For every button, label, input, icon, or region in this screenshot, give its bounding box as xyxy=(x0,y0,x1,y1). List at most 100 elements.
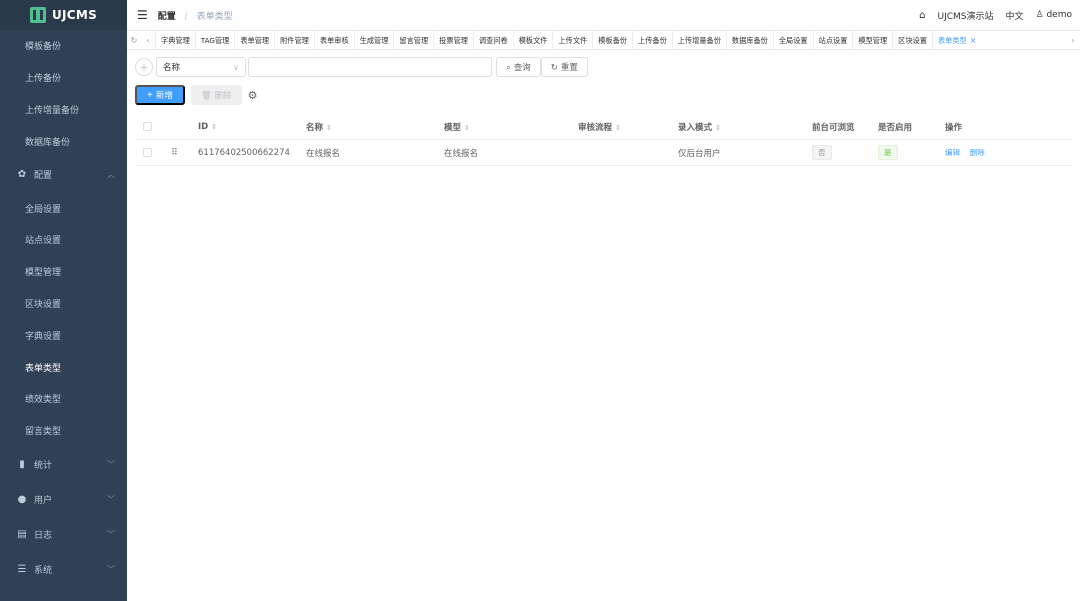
column-header-name[interactable]: 名称 ⇕ xyxy=(298,121,436,133)
tab-item[interactable]: 附件管理 xyxy=(274,30,314,50)
sidebar-item-performance-type[interactable]: 绩效类型 xyxy=(0,383,127,415)
delete-label: 删除 xyxy=(214,90,232,100)
breadcrumb-separator: / xyxy=(184,11,188,22)
select-all-checkbox[interactable] xyxy=(135,122,159,131)
user-menu[interactable]: ♙ demo xyxy=(1036,10,1072,20)
tab-item[interactable]: 上传增量备份 xyxy=(671,30,726,50)
add-button[interactable]: + 新增 xyxy=(135,85,185,105)
cell-browsable: 否 xyxy=(804,145,870,160)
tab-item[interactable]: 上传文件 xyxy=(552,30,592,50)
sidebar-item-upload-backup[interactable]: 上传备份 xyxy=(0,62,127,94)
sidebar-item-form-type[interactable]: 表单类型 xyxy=(0,351,127,383)
table-row: ⠿ 61176402500662274 在线报名 在线报名 仅后台用户 否 是 … xyxy=(135,140,1072,166)
search-input[interactable] xyxy=(248,57,492,77)
sidebar-group-system[interactable]: ☰ 系统 ﹀ xyxy=(0,552,127,587)
menu-toggle-icon[interactable]: ☰ xyxy=(137,8,148,22)
tab-item[interactable]: 表单审核 xyxy=(313,30,354,50)
tab-item[interactable]: 站点设置 xyxy=(812,30,853,50)
user-icon: ● xyxy=(17,493,27,505)
tabs-list: 字典管理 TAG管理 表单管理 附件管理 表单审核 生成管理 留言管理 投票管理 调查问卷 模板文… xyxy=(155,30,1066,50)
tab-item[interactable]: 模型管理 xyxy=(852,30,892,50)
column-header-id[interactable]: ID ⇕ xyxy=(190,122,298,132)
chevron-down-icon: ﹀ xyxy=(107,529,115,539)
bar-chart-icon: ▮ xyxy=(19,458,25,470)
data-table: ID ⇕ 名称 ⇕ 模型 ⇕ 审核流程 ⇕ 录入模式 ⇕ 前台可浏览 是否启用 操作 ⠿ … xyxy=(135,114,1072,166)
tab-item[interactable]: 投票管理 xyxy=(433,30,473,50)
breadcrumb-item[interactable]: 配置 xyxy=(158,12,176,22)
table-header: ID ⇕ 名称 ⇕ 模型 ⇕ 审核流程 ⇕ 录入模式 ⇕ 前台可浏览 是否启用 操作 xyxy=(135,114,1072,140)
settings-icon[interactable]: ⚙ xyxy=(248,89,258,102)
tab-item[interactable]: 数据库备份 xyxy=(725,30,773,50)
tab-item[interactable]: 全局设置 xyxy=(772,30,813,50)
sidebar-item-template-backup[interactable]: 模板备份 xyxy=(0,30,127,62)
delete-button[interactable]: 🗑 删除 xyxy=(190,85,242,105)
tab-item[interactable]: 字典管理 xyxy=(155,30,195,50)
action-row: + 新增 🗑 删除 ⚙ xyxy=(135,85,1072,105)
tab-item[interactable]: 表单类型 × xyxy=(931,30,981,50)
tab-item[interactable]: 生成管理 xyxy=(353,30,394,50)
row-checkbox[interactable] xyxy=(135,148,159,157)
sidebar-group-label: 系统 xyxy=(34,565,53,576)
tab-item[interactable]: 留言管理 xyxy=(393,30,433,50)
cell-ops: 编辑 删除 xyxy=(937,147,1072,158)
sidebar-item-dict-settings[interactable]: 字典设置 xyxy=(0,319,127,351)
sidebar-item-site-settings[interactable]: 站点设置 xyxy=(0,224,127,256)
sidebar-item-message-type[interactable]: 留言类型 xyxy=(0,415,127,447)
search-field-value: 名称 xyxy=(163,63,181,73)
tab-item[interactable]: 模板备份 xyxy=(592,30,632,50)
sidebar-item-block-settings[interactable]: 区块设置 xyxy=(0,288,127,320)
clipboard-icon: ▤ xyxy=(17,528,27,540)
sidebar-item-incremental-backup[interactable]: 上传增量备份 xyxy=(0,94,127,126)
chevron-right-icon[interactable]: › xyxy=(1066,36,1080,45)
cell-name: 在线报名 xyxy=(306,148,341,159)
reset-button[interactable]: ↻ 重置 xyxy=(540,57,588,77)
cell-mode: 仅后台用户 xyxy=(678,148,721,159)
sort-icon: ⇕ xyxy=(464,123,470,132)
tab-item[interactable]: 上传备份 xyxy=(632,30,672,50)
tab-label: 投票管理 xyxy=(439,35,468,45)
home-icon[interactable]: ⌂ xyxy=(919,10,925,21)
column-header-browsable: 前台可浏览 xyxy=(812,122,855,133)
user-icon: ♙ xyxy=(1035,10,1044,20)
sidebar-group-logs[interactable]: ▤ 日志 ﹀ xyxy=(0,517,127,552)
tab-label: 生成管理 xyxy=(359,35,389,45)
refresh-icon[interactable]: ↻ xyxy=(127,36,141,45)
tab-label: 上传文件 xyxy=(558,35,588,45)
logo[interactable]: UJCMS xyxy=(0,0,127,30)
sidebar-group-stats[interactable]: ▮ 统计 ﹀ xyxy=(0,447,127,482)
edit-button[interactable]: 编辑 xyxy=(945,148,960,157)
search-field-select[interactable]: 名称 ∨ xyxy=(156,57,246,77)
column-header-mode[interactable]: 录入模式 ⇕ xyxy=(670,121,804,133)
language-switch[interactable]: 中文 xyxy=(1006,9,1024,22)
tab-item[interactable]: TAG管理 xyxy=(194,30,235,50)
sidebar-group-label: 日志 xyxy=(34,530,53,541)
breadcrumb: 配置 / 表单类型 xyxy=(158,9,233,22)
add-condition-button[interactable]: + xyxy=(135,58,153,76)
column-header-flow[interactable]: 审核流程 ⇕ xyxy=(570,121,670,133)
delete-row-button[interactable]: 删除 xyxy=(970,148,985,157)
sidebar-group-config[interactable]: ✿ 配置 ︿ xyxy=(0,157,127,192)
site-link[interactable]: UJCMS演示站 xyxy=(937,9,993,22)
drag-handle-icon[interactable]: ⠿ xyxy=(159,148,190,158)
tab-item[interactable]: 表单管理 xyxy=(234,30,274,50)
tab-item[interactable]: 区块设置 xyxy=(892,30,932,50)
status-badge: 是 xyxy=(878,145,898,160)
sidebar-item-global-settings[interactable]: 全局设置 xyxy=(0,192,127,224)
tab-label: 区块设置 xyxy=(898,35,927,45)
sidebar-group-label: 配置 xyxy=(34,171,53,182)
sidebar-group-users[interactable]: ● 用户 ﹀ xyxy=(0,482,127,517)
query-button[interactable]: ⌕ 查询 xyxy=(496,57,541,77)
sidebar-item-model-management[interactable]: 模型管理 xyxy=(0,256,127,288)
tab-item[interactable]: 调查问卷 xyxy=(472,30,513,50)
chevron-down-icon: ﹀ xyxy=(107,564,115,574)
close-icon[interactable]: × xyxy=(970,36,977,45)
column-header-model[interactable]: 模型 ⇕ xyxy=(436,121,570,133)
chevron-left-icon[interactable]: ‹ xyxy=(141,36,155,45)
sidebar-item-database-backup[interactable]: 数据库备份 xyxy=(0,125,127,157)
chevron-down-icon: ﹀ xyxy=(107,459,115,469)
sidebar: UJCMS 模板备份 上传备份 上传增量备份 数据库备份 ✿ 配置 ︿ 全局设置… xyxy=(0,0,127,601)
top-right-links: ⌂ UJCMS演示站 中文 ♙ demo xyxy=(919,9,1072,22)
tab-label: 上传备份 xyxy=(638,35,667,45)
status-badge: 否 xyxy=(812,145,832,160)
tab-item[interactable]: 模板文件 xyxy=(512,30,553,50)
